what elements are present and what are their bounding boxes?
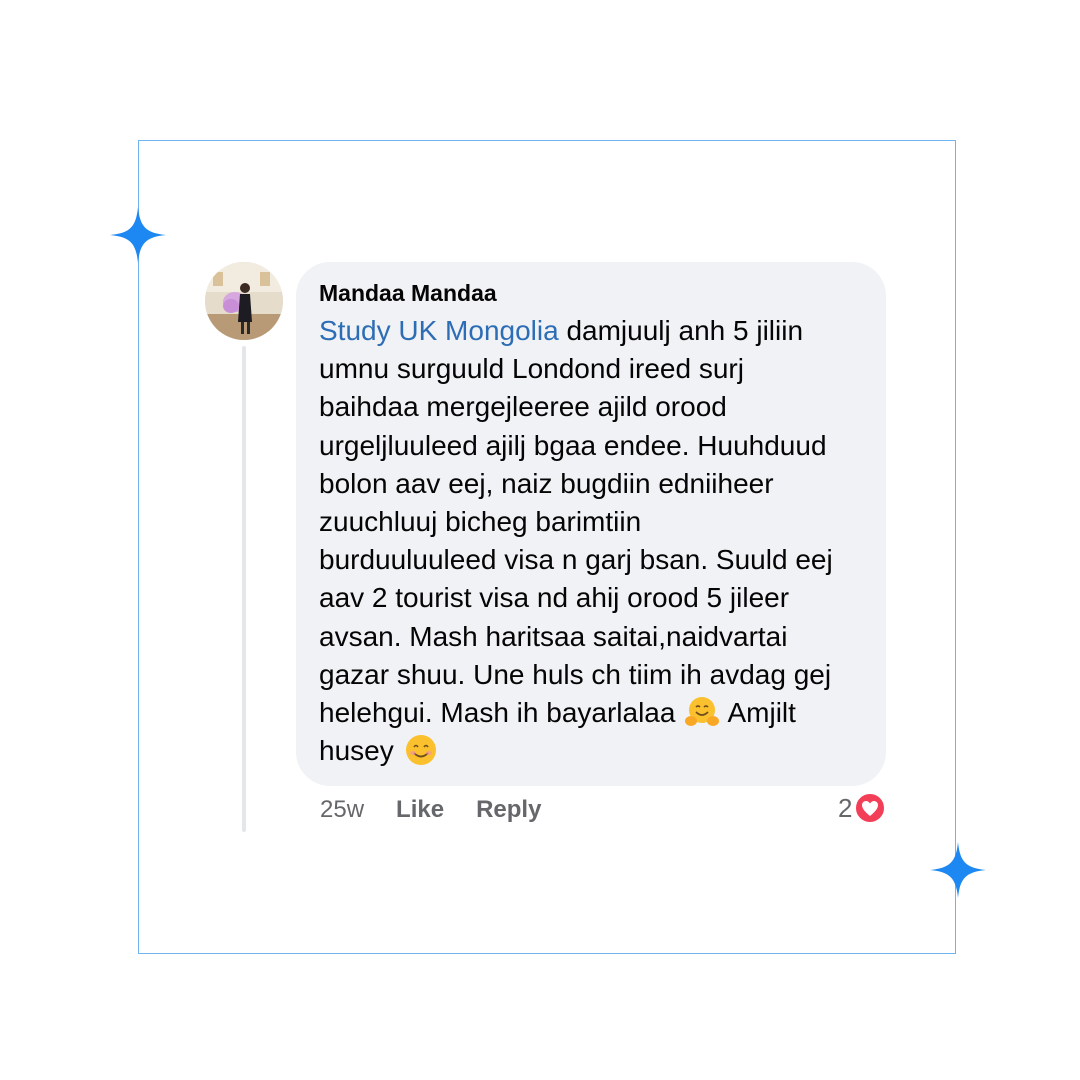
reaction-count: 2 (838, 792, 853, 823)
comment-line: bolon aav eej, naiz bugdiin edniiheer (319, 467, 774, 499)
avatar[interactable] (205, 262, 283, 340)
like-button[interactable]: Like (396, 796, 444, 824)
comment-bubble: Mandaa Mandaa Study UK Mongolia damjuulj… (296, 262, 886, 786)
reply-button[interactable]: Reply (476, 796, 541, 824)
smiling-face-icon (404, 733, 438, 767)
sparkle-icon (928, 840, 988, 900)
hugging-face-icon (685, 695, 720, 729)
comment-line: burduuluuleed visa n garj bsan. Suuld ee… (319, 544, 833, 576)
comment-timestamp[interactable]: 25w (320, 796, 364, 824)
comment-line: baihdaa mergejleeree ajild orood (319, 391, 727, 423)
comment-author[interactable]: Mandaa Mandaa (319, 280, 864, 306)
comment-line: Amjilt (721, 697, 796, 729)
comment-line: damjuulj anh 5 jiliin (558, 315, 804, 346)
comment-line: aav 2 tourist visa nd ahij orood 5 jilee… (319, 582, 790, 614)
heart-icon (854, 792, 887, 824)
comment-line: avsan. Mash haritsaa saitai,naidvartai (319, 620, 788, 652)
sparkle-icon (108, 205, 168, 265)
mention-link[interactable]: Study UK Mongolia (319, 315, 559, 346)
thread-line (242, 346, 246, 832)
reaction-summary[interactable]: 2 (838, 792, 887, 824)
comment-line: umnu surguuld Londond ireed surj (319, 353, 744, 385)
comment-line: gazar shuu. Une huls ch tiim ih avdag ge… (319, 658, 832, 690)
comment-line: urgeljluuleed ajilj bgaa endee. Huuhduud (319, 429, 827, 461)
comment-line: husey (319, 735, 394, 767)
comment-line: zuuchluuj bicheg barimtiin (319, 506, 642, 538)
comment-text: Study UK Mongolia damjuulj anh 5 jiliin … (319, 312, 864, 770)
comment-line: helehgui. Mash ih bayarlalaa (319, 697, 676, 729)
comment-actions: 25w Like Reply (320, 796, 541, 824)
